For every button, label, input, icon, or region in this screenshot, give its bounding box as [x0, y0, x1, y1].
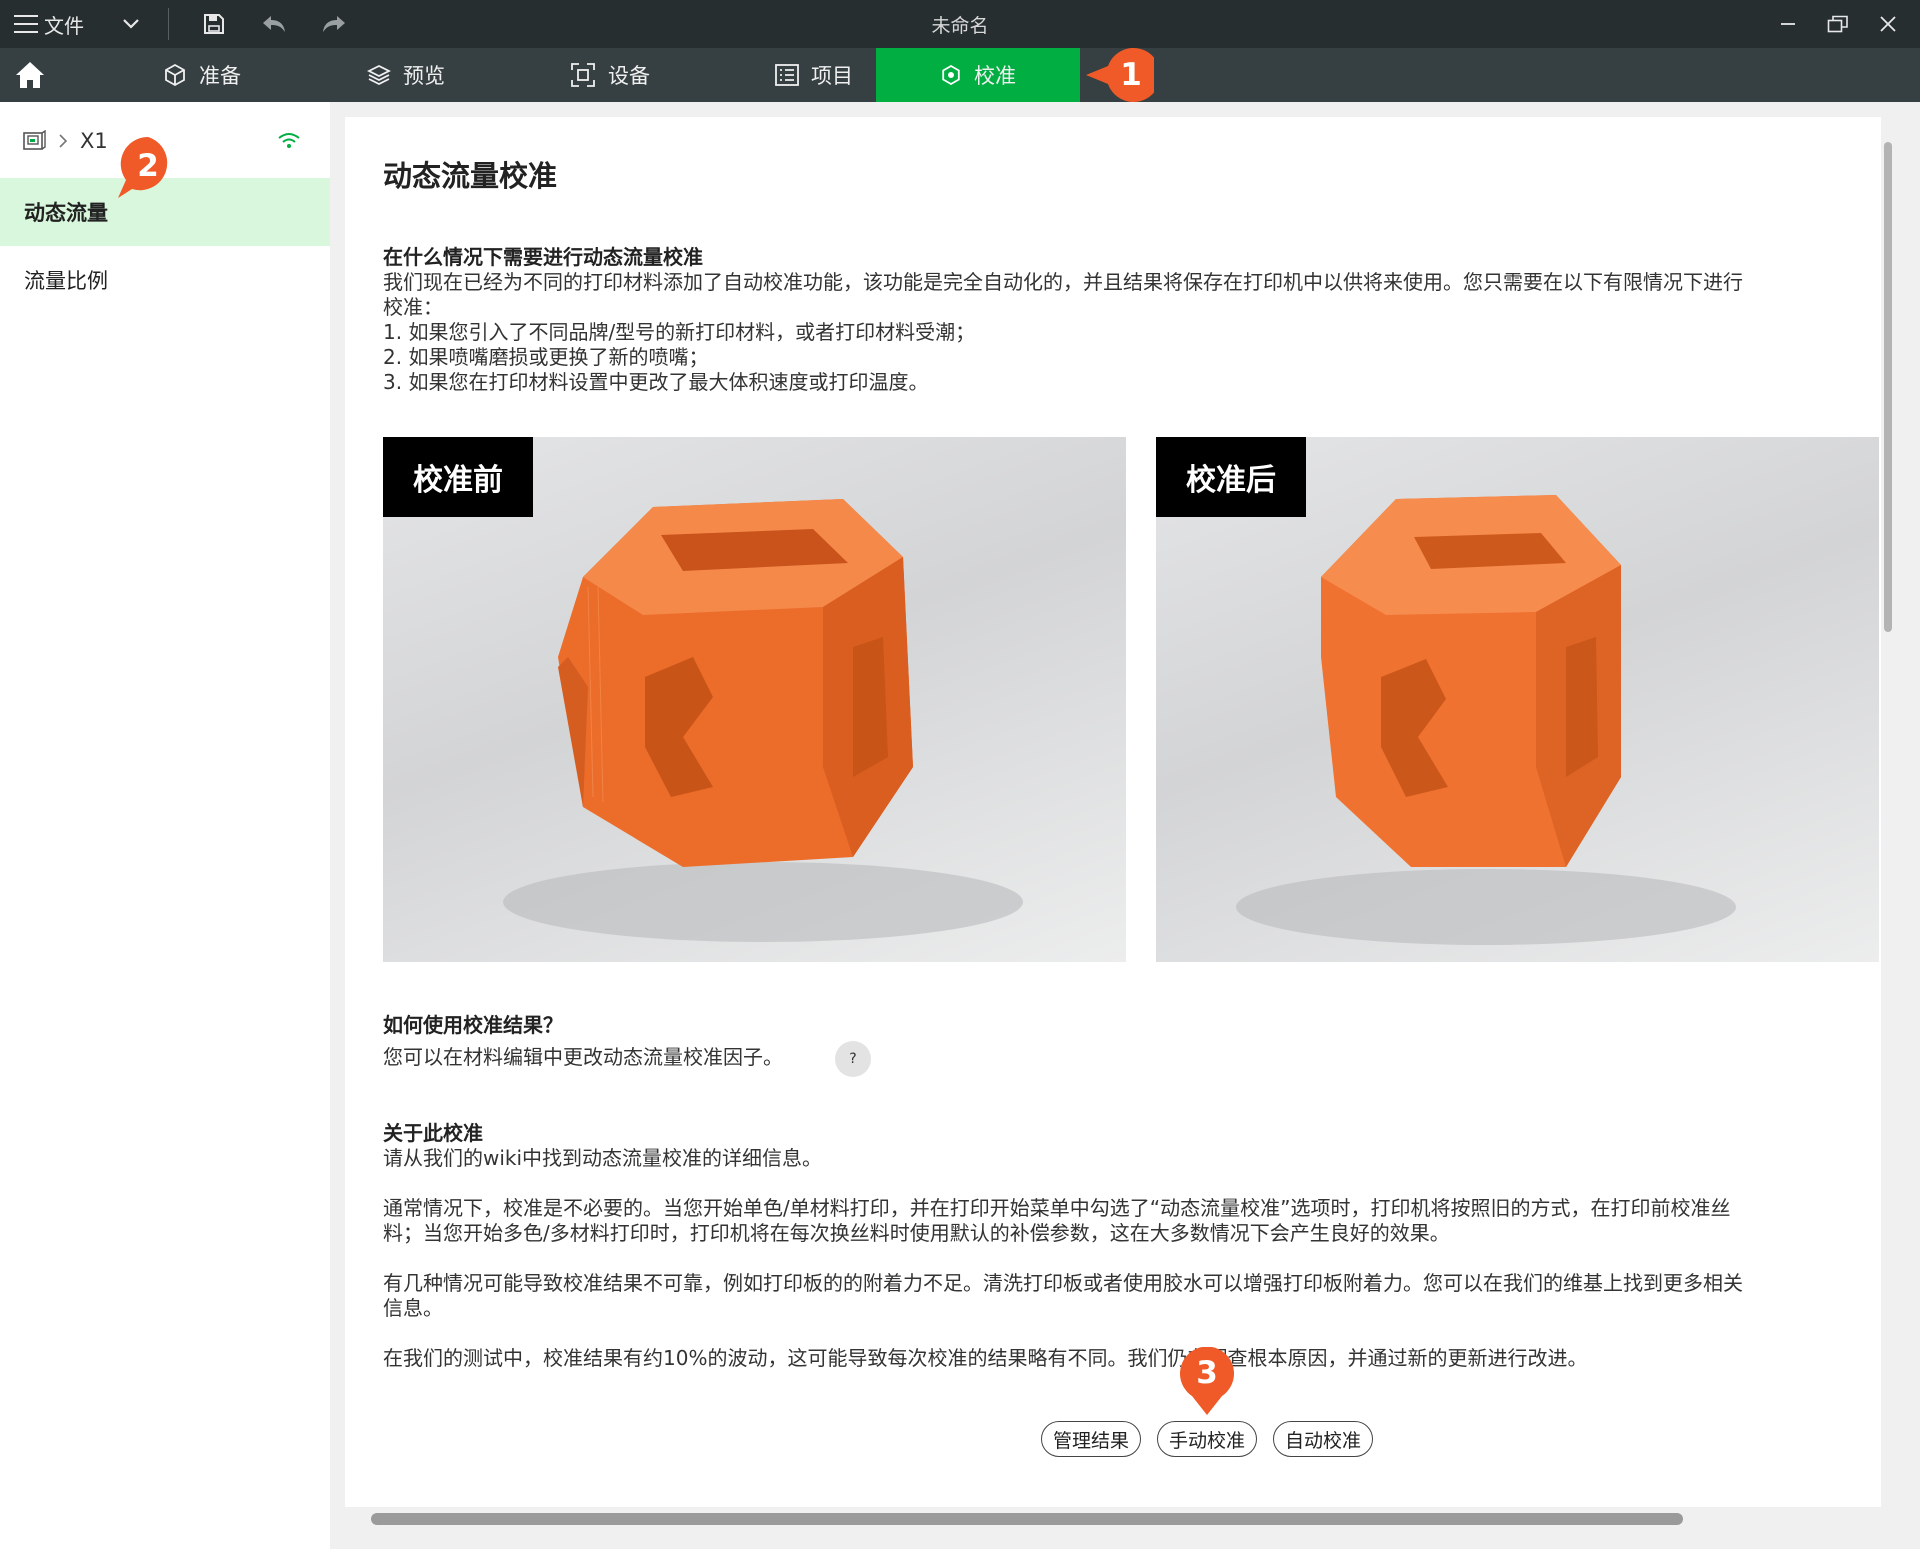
device-icon: [571, 63, 595, 87]
list-icon: [775, 64, 799, 86]
main-nav-bar: 准备 预览 设备 项目 校准: [0, 48, 1920, 102]
redo-button[interactable]: [316, 0, 352, 48]
tab-device-label: 设备: [608, 64, 650, 88]
horizontal-scrollbar[interactable]: [371, 1513, 1683, 1525]
page-title: 动态流量校准: [383, 159, 558, 193]
callout-marker-1: 1: [1086, 48, 1154, 102]
tab-project-label: 项目: [811, 64, 853, 88]
use-text: 您可以在材料编辑中更改动态流量校准因子。: [383, 1045, 783, 1069]
tab-device[interactable]: 设备: [508, 48, 712, 102]
when-case-item: 1. 如果您引入了不同品牌/型号的新打印材料，或者打印材料受潮；: [383, 320, 976, 344]
minimize-icon: [1781, 23, 1795, 25]
cube-icon: [165, 63, 185, 87]
save-icon: [204, 14, 224, 34]
tab-preview[interactable]: 预览: [304, 48, 508, 102]
dropdown-button[interactable]: [114, 0, 148, 48]
chevron-right-icon: [59, 134, 68, 148]
hamburger-icon: [14, 15, 38, 33]
minimize-button[interactable]: [1770, 0, 1806, 48]
save-button[interactable]: [196, 0, 232, 48]
restore-icon: [1827, 15, 1848, 33]
home-button[interactable]: [0, 48, 60, 102]
file-menu-button[interactable]: 文件: [14, 0, 84, 48]
close-icon: [1880, 16, 1896, 32]
layers-icon: [367, 64, 391, 86]
printer-name: X1: [80, 129, 108, 153]
when-heading: 在什么情况下需要进行动态流量校准: [383, 245, 703, 269]
when-case-item: 2. 如果喷嘴磨损或更换了新的喷嘴；: [383, 345, 709, 369]
home-icon: [16, 62, 44, 88]
tab-calibration-label: 校准: [974, 64, 1016, 88]
before-calibration-image: 校准前: [383, 437, 1126, 962]
tab-prepare-label: 准备: [199, 64, 241, 88]
when-intro-line-2: 校准：: [383, 295, 443, 319]
undo-icon: [263, 16, 285, 32]
sidebar-item-label: 流量比例: [24, 269, 108, 293]
file-menu-label: 文件: [44, 13, 84, 38]
about-paragraph-3: 在我们的测试中，校准结果有约10%的波动，这可能导致每次校准的结果略有不同。我们…: [383, 1346, 1588, 1370]
callout-marker-2: 2: [118, 136, 175, 198]
after-calibration-image: 校准后: [1156, 437, 1879, 962]
redo-icon: [323, 16, 345, 32]
chevron-down-icon: [123, 19, 139, 29]
use-heading: 如何使用校准结果？: [383, 1013, 563, 1037]
help-button[interactable]: ?: [835, 1041, 871, 1077]
before-label: 校准前: [383, 437, 533, 517]
about-paragraph-2-line-1: 有几种情况可能导致校准结果不可靠，例如打印板的的附着力不足。清洗打印板或者使用胶…: [383, 1271, 1743, 1295]
calibration-icon: [942, 64, 960, 86]
title-bar: 文件 未命名: [0, 0, 1920, 48]
tab-prepare[interactable]: 准备: [100, 48, 304, 102]
toolbar-divider: [168, 8, 169, 40]
tab-calibration[interactable]: 校准: [876, 48, 1080, 102]
about-paragraph-1-line-2: 料；当您开始多色/多材料打印时，打印机将在每次换丝料时使用默认的补偿参数，这在大…: [383, 1221, 1450, 1245]
wifi-icon: [278, 133, 300, 148]
manage-results-button[interactable]: 管理结果: [1041, 1421, 1141, 1457]
sidebar-item-flow-ratio[interactable]: 流量比例: [0, 246, 330, 314]
printer-icon: [23, 130, 46, 150]
about-text: 请从我们的wiki中找到动态流量校准的详细信息。: [383, 1146, 823, 1170]
sidebar: X1 动态流量 流量比例: [0, 102, 330, 1549]
manual-calibration-button[interactable]: 手动校准: [1157, 1421, 1257, 1457]
about-heading: 关于此校准: [383, 1121, 483, 1145]
when-case-item: 3. 如果您在打印材料设置中更改了最大体积速度或打印温度。: [383, 370, 929, 394]
undo-button[interactable]: [256, 0, 292, 48]
restore-button[interactable]: [1820, 0, 1856, 48]
auto-calibration-button[interactable]: 自动校准: [1273, 1421, 1373, 1457]
about-paragraph-2-line-2: 信息。: [383, 1296, 443, 1320]
breadcrumb: X1: [22, 126, 108, 156]
calibration-content: 动态流量校准 在什么情况下需要进行动态流量校准 我们现在已经为不同的打印材料添加…: [345, 117, 1881, 1507]
window-title: 未命名: [931, 14, 989, 37]
tab-preview-label: 预览: [403, 64, 445, 88]
after-label: 校准后: [1156, 437, 1306, 517]
callout-marker-3: 3: [1180, 1347, 1234, 1415]
vertical-scrollbar[interactable]: [1884, 142, 1892, 632]
close-button[interactable]: [1870, 0, 1906, 48]
sidebar-item-label: 动态流量: [24, 201, 108, 225]
about-paragraph-1-line-1: 通常情况下，校准是不必要的。当您开始单色/单材料打印，并在打印开始菜单中勾选了“…: [383, 1196, 1731, 1220]
when-intro-line-1: 我们现在已经为不同的打印材料添加了自动校准功能，该功能是完全自动化的，并且结果将…: [383, 270, 1743, 294]
